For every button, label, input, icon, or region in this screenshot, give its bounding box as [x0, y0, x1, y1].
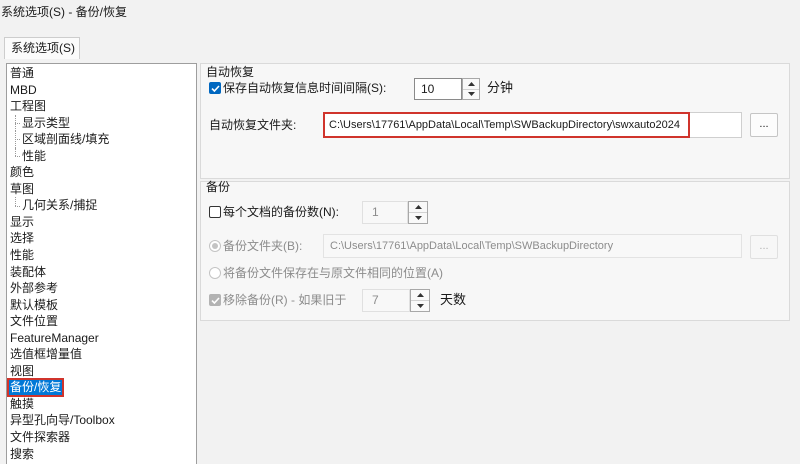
highlight-frame [323, 112, 690, 138]
tree-item-drawings-performance[interactable]: 性能 [7, 147, 196, 165]
tree-item-area-hatch-fill[interactable]: 区域剖面线/填充 [7, 131, 196, 148]
remove-backups-decrease-button[interactable] [411, 301, 429, 311]
backup-folder-label: 备份文件夹(B): [223, 239, 303, 253]
copies-decrease-button[interactable] [409, 213, 427, 223]
tree-item-view[interactable]: 视图 [7, 363, 196, 380]
copies-per-document-checkbox[interactable] [209, 206, 221, 218]
auto-recover-browse-button[interactable]: ... [750, 113, 778, 137]
tree-item-performance[interactable]: 性能 [7, 247, 196, 264]
save-interval-input[interactable]: 10 [414, 78, 462, 100]
remove-backups-spinner [410, 289, 430, 312]
triangle-up-icon [416, 293, 424, 297]
auto-recover-folder-label: 自动恢复文件夹: [209, 118, 297, 132]
tree-item-display-style[interactable]: 显示类型 [7, 114, 196, 132]
save-interval-checkbox[interactable] [209, 82, 221, 94]
tree-item-touch[interactable]: 触摸 [7, 396, 196, 413]
triangle-down-icon [467, 92, 475, 97]
copies-increase-button[interactable] [409, 202, 427, 213]
save-interval-option[interactable]: 保存自动恢复信息时间间隔(S): [209, 81, 386, 95]
remove-backups-label: 移除备份(R) - 如果旧于 [223, 293, 347, 307]
remove-backups-option[interactable]: 移除备份(R) - 如果旧于 [209, 293, 346, 307]
save-interval-label: 保存自动恢复信息时间间隔(S): [223, 81, 387, 95]
triangle-up-icon [467, 81, 475, 86]
remove-backups-days-input[interactable]: 7 [362, 289, 410, 312]
save-interval-unit: 分钟 [487, 80, 514, 95]
tree-item-sketch[interactable]: 草图 [7, 181, 196, 198]
triangle-down-icon [416, 304, 424, 308]
tree-item-label-selected: 备份/恢复 [7, 378, 65, 398]
tree-item-general[interactable]: 普通 [7, 65, 196, 82]
copies-spinner [408, 201, 428, 224]
tree-item-spin-box-increments[interactable]: 选值框增量值 [7, 346, 196, 363]
tree-item-external-references[interactable]: 外部参考 [7, 280, 196, 297]
tree-item-assemblies[interactable]: 装配体 [7, 264, 196, 281]
tree-item-featuremanager[interactable]: FeatureManager [7, 330, 196, 347]
tree-item-selection[interactable]: 选择 [7, 230, 196, 247]
copies-per-document-input[interactable]: 1 [362, 201, 408, 224]
backup-folder-option[interactable]: 备份文件夹(B): [209, 239, 302, 253]
backup-folder-browse-button[interactable]: ... [750, 235, 778, 259]
tree-item-file-locations[interactable]: 文件位置 [7, 313, 196, 330]
same-location-label: 将备份文件保存在与原文件相同的位置(A) [223, 266, 443, 280]
save-interval-spinner [462, 78, 480, 100]
save-interval-decrease-button[interactable] [463, 90, 479, 100]
backup-group-label: 备份 [206, 180, 231, 194]
tree-item-search[interactable]: 搜索 [7, 446, 196, 463]
save-interval-increase-button[interactable] [463, 79, 479, 90]
tree-item-display[interactable]: 显示 [7, 214, 196, 231]
checkmark-icon [210, 84, 220, 92]
tree-item-colors[interactable]: 颜色 [7, 164, 196, 181]
remove-backups-unit: 天数 [440, 292, 467, 307]
remove-backups-checkbox[interactable] [209, 294, 221, 306]
window-title: 系统选项(S) - 备份/恢复 [1, 5, 127, 19]
tree-item-relations-snaps[interactable]: 几何关系/捕捉 [7, 197, 196, 214]
tree-item-hole-wizard-toolbox[interactable]: 异型孔向导/Toolbox [7, 412, 196, 429]
backup-folder-radio[interactable] [209, 240, 221, 252]
same-location-radio[interactable] [209, 267, 221, 279]
auto-recover-group-label: 自动恢复 [206, 65, 255, 79]
backup-folder-input[interactable]: C:\Users\17761\AppData\Local\Temp\SWBack… [323, 234, 742, 258]
remove-backups-increase-button[interactable] [411, 290, 429, 301]
triangle-down-icon [414, 216, 422, 220]
tree-item-mbd[interactable]: MBD [7, 82, 196, 99]
options-tree[interactable]: 普通 MBD 工程图 显示类型 区域剖面线/填充 性能 颜色 草图 几何关系/捕… [6, 63, 197, 464]
copies-per-document-label: 每个文档的备份数(N): [223, 205, 339, 219]
tree-item-backup-recover[interactable]: 备份/恢复 [7, 378, 196, 398]
tree-item-file-explorer[interactable]: 文件探索器 [7, 429, 196, 446]
same-location-option[interactable]: 将备份文件保存在与原文件相同的位置(A) [209, 266, 443, 280]
tab-system-options[interactable]: 系统选项(S) [4, 37, 80, 59]
copies-per-document-option[interactable]: 每个文档的备份数(N): [209, 205, 339, 219]
checkmark-icon [210, 296, 220, 304]
tree-item-default-templates[interactable]: 默认模板 [7, 297, 196, 314]
tree-item-drawings[interactable]: 工程图 [7, 98, 196, 115]
triangle-up-icon [414, 205, 422, 209]
